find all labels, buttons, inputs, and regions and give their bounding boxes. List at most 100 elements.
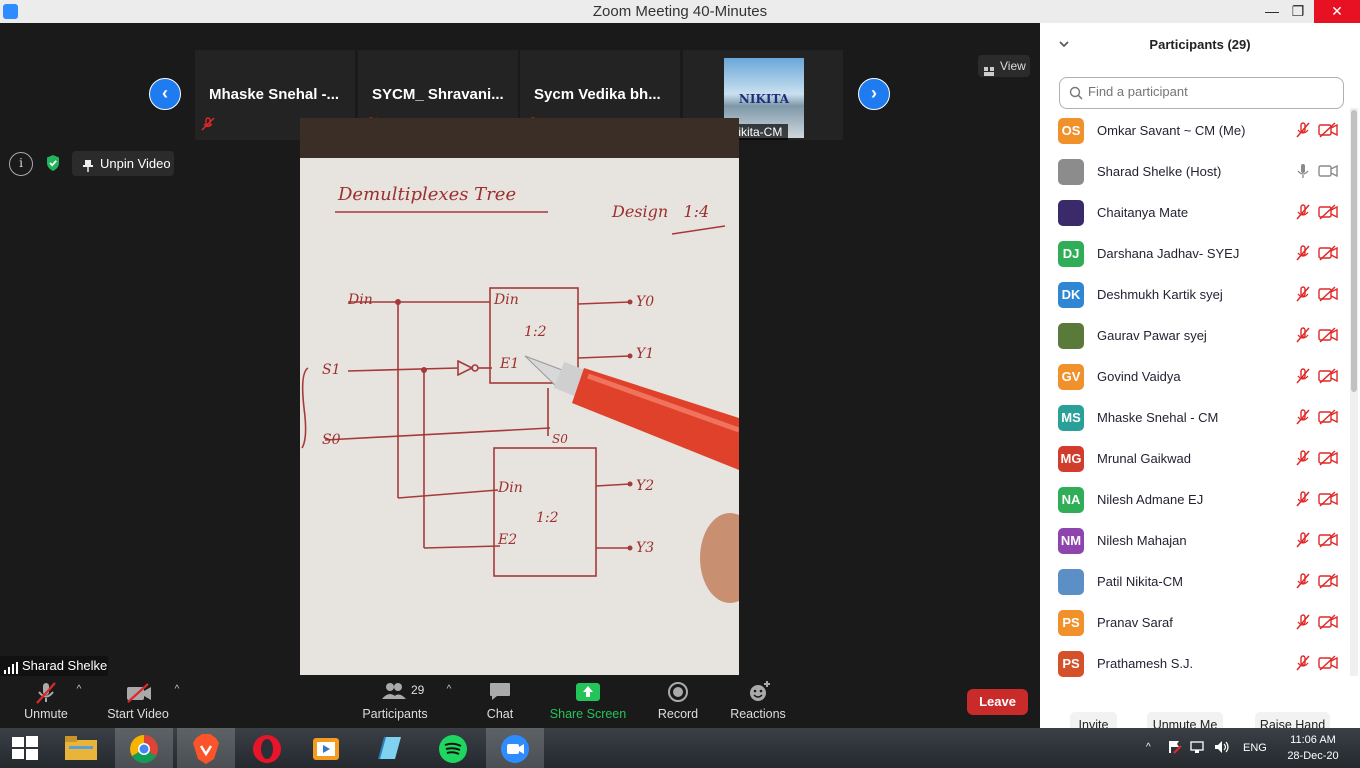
participant-row[interactable]: Patil Nikita-CM xyxy=(1040,562,1350,603)
next-page-button[interactable]: › xyxy=(858,78,890,110)
participant-row[interactable]: Sharad Shelke (Host) xyxy=(1040,152,1350,193)
security-shield-icon[interactable] xyxy=(42,152,64,174)
record-icon xyxy=(667,681,689,706)
video-options-caret[interactable]: ^ xyxy=(170,684,184,704)
unmute-label: Unmute xyxy=(24,707,68,721)
view-button[interactable]: View xyxy=(978,55,1030,77)
brave-browser-icon[interactable] xyxy=(177,728,235,768)
mic-muted-icon[interactable] xyxy=(1295,327,1311,348)
participant-row[interactable]: MG Mrunal Gaikwad xyxy=(1040,439,1350,480)
mic-muted-icon[interactable] xyxy=(1295,368,1311,389)
spotify-icon[interactable] xyxy=(424,728,482,768)
mic-muted-icon[interactable] xyxy=(1295,573,1311,594)
camera-off-icon[interactable] xyxy=(1318,532,1338,553)
mic-muted-icon[interactable] xyxy=(1295,409,1311,430)
info-icon[interactable]: i xyxy=(9,152,33,176)
participant-name: Govind Vaidya xyxy=(1097,369,1181,384)
participant-avatar: OS xyxy=(1058,118,1084,144)
participant-search[interactable] xyxy=(1059,77,1344,109)
label-s1: S1 xyxy=(322,362,341,378)
share-screen-button[interactable]: Share Screen xyxy=(548,676,628,728)
microphone-icon[interactable] xyxy=(1295,163,1311,184)
notepad-app-icon[interactable] xyxy=(360,728,418,768)
close-button[interactable]: ✕ xyxy=(1314,0,1360,23)
unpin-video-button[interactable]: Unpin Video xyxy=(72,151,174,176)
camera-icon[interactable] xyxy=(1318,163,1338,184)
start-button[interactable] xyxy=(0,728,58,768)
participant-row[interactable]: MS Mhaske Snehal - CM xyxy=(1040,398,1350,439)
notification-flag-icon[interactable] xyxy=(1168,740,1182,757)
participants-icon xyxy=(382,682,406,703)
participant-name: Sharad Shelke (Host) xyxy=(1097,164,1222,179)
participant-name: Mhaske Snehal - CM xyxy=(1097,410,1219,425)
file-explorer-icon[interactable] xyxy=(52,728,110,768)
camera-off-icon[interactable] xyxy=(1318,614,1338,635)
participant-row[interactable]: DJ Darshana Jadhav- SYEJ xyxy=(1040,234,1350,275)
participant-row[interactable]: NA Nilesh Admane EJ xyxy=(1040,480,1350,521)
participant-avatar: DK xyxy=(1058,282,1084,308)
show-hidden-icons-chevron-icon[interactable]: ^ xyxy=(1146,742,1151,753)
camera-off-icon[interactable] xyxy=(1318,204,1338,225)
participant-name: Patil Nikita-CM xyxy=(1097,574,1183,589)
mic-muted-icon[interactable] xyxy=(1295,655,1311,676)
window-title: Zoom Meeting 40-Minutes xyxy=(592,3,768,20)
camera-off-icon[interactable] xyxy=(1318,286,1338,307)
input-language[interactable]: ENG xyxy=(1243,742,1267,754)
windows-logo-icon xyxy=(12,736,38,760)
opera-browser-icon[interactable] xyxy=(238,728,296,768)
mic-muted-icon[interactable] xyxy=(1295,286,1311,307)
camera-off-icon[interactable] xyxy=(1318,655,1338,676)
participant-avatar: NM xyxy=(1058,528,1084,554)
mic-muted-icon[interactable] xyxy=(1295,122,1311,143)
restore-button[interactable]: ❐ xyxy=(1284,0,1312,23)
clock-time[interactable]: 11:06 AM xyxy=(1287,734,1339,746)
chat-button[interactable]: Chat xyxy=(474,676,526,728)
leave-button[interactable]: Leave xyxy=(967,689,1028,715)
mic-muted-icon[interactable] xyxy=(1295,204,1311,225)
chrome-icon[interactable] xyxy=(115,728,173,768)
prev-page-button[interactable]: ‹ xyxy=(149,78,181,110)
audio-options-caret[interactable]: ^ xyxy=(72,684,86,704)
participants-button[interactable]: 29 Participants xyxy=(360,676,430,728)
mic-muted-icon[interactable] xyxy=(1295,532,1311,553)
mic-muted-icon[interactable] xyxy=(1295,245,1311,266)
network-icon[interactable] xyxy=(1190,740,1206,757)
zoom-app-icon[interactable] xyxy=(486,728,544,768)
label-bot-s0: S0 xyxy=(552,432,568,446)
participant-row[interactable]: Chaitanya Mate xyxy=(1040,193,1350,234)
camera-off-icon[interactable] xyxy=(1318,491,1338,512)
camera-off-icon[interactable] xyxy=(1318,409,1338,430)
camera-off-icon[interactable] xyxy=(1318,450,1338,471)
minimize-button[interactable]: — xyxy=(1258,0,1286,23)
mic-muted-icon[interactable] xyxy=(1295,491,1311,512)
camera-off-icon[interactable] xyxy=(1318,122,1338,143)
record-button[interactable]: Record xyxy=(650,676,706,728)
participant-row[interactable]: GV Govind Vaidya xyxy=(1040,357,1350,398)
media-player-icon[interactable] xyxy=(298,728,356,768)
participants-options-caret[interactable]: ^ xyxy=(442,684,456,704)
participant-row[interactable]: DK Deshmukh Kartik syej xyxy=(1040,275,1350,316)
participant-row[interactable]: NM Nilesh Mahajan xyxy=(1040,521,1350,562)
clock-date[interactable]: 28-Dec-20 xyxy=(1285,750,1341,762)
unmute-button[interactable]: Unmute xyxy=(18,676,74,728)
participant-row[interactable]: Gaurav Pawar syej xyxy=(1040,316,1350,357)
mic-muted-icon[interactable] xyxy=(1295,614,1311,635)
participant-row[interactable]: PS Pranav Saraf xyxy=(1040,603,1350,644)
reactions-button[interactable]: Reactions xyxy=(726,676,790,728)
participant-row[interactable]: PS Prathamesh S.J. xyxy=(1040,644,1350,685)
start-video-button[interactable]: Start Video xyxy=(104,676,172,728)
camera-off-icon[interactable] xyxy=(1318,327,1338,348)
label-bot-en: E2 xyxy=(498,532,518,548)
participant-row[interactable]: OS Omkar Savant ~ CM (Me) xyxy=(1040,111,1350,152)
volume-icon[interactable] xyxy=(1214,740,1230,757)
scrollbar-thumb[interactable] xyxy=(1351,110,1357,392)
camera-off-icon[interactable] xyxy=(1318,368,1338,389)
label-bot-din: Din xyxy=(498,480,523,496)
camera-off-icon[interactable] xyxy=(1318,245,1338,266)
share-screen-label: Share Screen xyxy=(549,707,627,721)
camera-off-icon[interactable] xyxy=(1318,573,1338,594)
participant-name: Omkar Savant ~ CM (Me) xyxy=(1097,123,1246,138)
reactions-icon xyxy=(748,680,772,707)
search-input[interactable] xyxy=(1086,83,1335,100)
mic-muted-icon[interactable] xyxy=(1295,450,1311,471)
